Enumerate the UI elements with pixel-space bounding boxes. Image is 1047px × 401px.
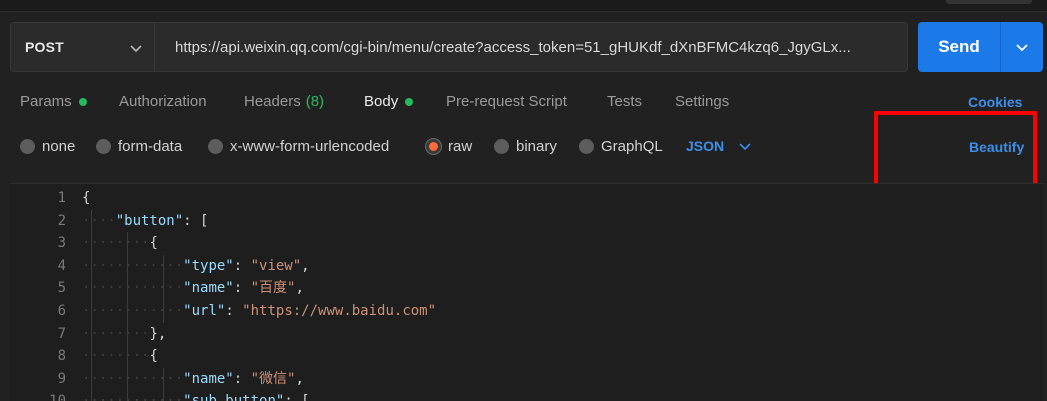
line-number: 10 <box>49 390 66 401</box>
code-line: ········}, <box>82 325 167 342</box>
tab-settings[interactable]: Settings <box>675 93 729 110</box>
code-line: ············"url": "https://www.baidu.co… <box>82 303 437 319</box>
tab-pre-request-script[interactable]: Pre-request Script <box>446 93 567 110</box>
radio-button[interactable] <box>96 139 111 154</box>
radio-button-selected[interactable] <box>426 139 441 154</box>
tab-label: Tests <box>607 93 643 110</box>
chevron-down-icon <box>130 45 142 53</box>
tab-authorization[interactable]: Authorization <box>119 93 207 110</box>
code-line: ············"name": "微信", <box>82 370 304 387</box>
language-select[interactable]: JSON <box>686 138 752 154</box>
line-number: 2 <box>57 212 66 229</box>
language-label: JSON <box>686 138 725 154</box>
line-number: 8 <box>57 348 66 365</box>
body-option-binary[interactable]: binary <box>494 138 557 155</box>
tab-label: Pre-request Script <box>446 93 567 110</box>
line-number: 4 <box>57 257 66 274</box>
line-number: 7 <box>57 325 66 342</box>
body-option-graphql[interactable]: GraphQL <box>579 138 663 155</box>
line-number: 9 <box>57 370 66 387</box>
top-strip <box>0 0 1047 12</box>
tab-body[interactable]: Body <box>364 93 414 110</box>
tab-label: Headers <box>244 93 301 110</box>
tab-headers[interactable]: Headers (8) <box>244 93 324 110</box>
radio-button[interactable] <box>208 139 223 154</box>
indent-guide <box>163 254 164 323</box>
tab-tests[interactable]: Tests <box>607 93 642 110</box>
code-line: ········{ <box>82 348 158 365</box>
option-label: binary <box>516 138 557 155</box>
radio-button[interactable] <box>579 139 594 154</box>
body-option-urlencoded[interactable]: x-www-form-urlencoded <box>208 138 389 155</box>
line-number: 5 <box>57 280 66 297</box>
tab-label: Body <box>364 93 399 110</box>
tab-label: Params <box>20 93 72 110</box>
status-dot <box>405 97 414 106</box>
send-button[interactable]: Send <box>918 22 1001 72</box>
indent-guide <box>163 367 164 401</box>
body-option-none[interactable]: none <box>20 138 75 155</box>
option-label: none <box>42 138 76 155</box>
send-options-dropdown[interactable] <box>1001 22 1043 72</box>
tab-label: Settings <box>675 93 730 110</box>
code-editor[interactable]: 1 2 3 4 5 6 7 8 9 10 { ····"button": [ ········{ ···… <box>10 183 1043 401</box>
chevron-down-icon <box>739 143 751 151</box>
code-line: ············"sub_button": [ <box>82 390 310 401</box>
url-input[interactable]: https://api.weixin.qq.com/cgi-bin/menu/c… <box>155 39 895 56</box>
option-label: x-www-form-urlencoded <box>230 138 390 155</box>
send-button-group: Send <box>918 22 1043 72</box>
line-number: 6 <box>57 303 66 319</box>
line-number-gutter: 1 2 3 4 5 6 7 8 9 10 <box>10 184 76 401</box>
body-option-raw[interactable]: raw <box>426 138 472 155</box>
code-line: ············"name": "百度", <box>82 280 304 297</box>
radio-button[interactable] <box>20 139 35 154</box>
code-area[interactable]: { ····"button": [ ········{ ············"ty… <box>82 184 1032 401</box>
indent-guide <box>91 209 92 401</box>
code-line: { <box>82 190 91 206</box>
option-label: form-data <box>118 138 183 155</box>
chevron-down-icon <box>1016 44 1028 52</box>
option-label: GraphQL <box>601 138 663 155</box>
headers-count: (8) <box>305 93 325 110</box>
radio-button[interactable] <box>494 139 509 154</box>
code-line: ········{ <box>82 235 158 252</box>
request-url-bar: POST https://api.weixin.qq.com/cgi-bin/m… <box>10 22 908 72</box>
status-dot <box>78 97 87 106</box>
tab-label: Authorization <box>119 93 207 110</box>
tab-params[interactable]: Params <box>20 93 87 110</box>
indent-guide <box>127 232 128 401</box>
method-label: POST <box>25 39 64 55</box>
cookies-link[interactable]: Cookies <box>968 94 1022 110</box>
code-line: ····"button": [ <box>82 212 209 229</box>
code-line: ············"type": "view", <box>82 257 310 274</box>
option-label: raw <box>448 138 473 155</box>
highlight-box <box>874 111 1037 190</box>
line-number: 3 <box>57 235 66 252</box>
tab-nub <box>946 0 1032 4</box>
method-select[interactable]: POST <box>11 23 155 71</box>
body-option-form-data[interactable]: form-data <box>96 138 182 155</box>
line-number: 1 <box>57 190 66 206</box>
